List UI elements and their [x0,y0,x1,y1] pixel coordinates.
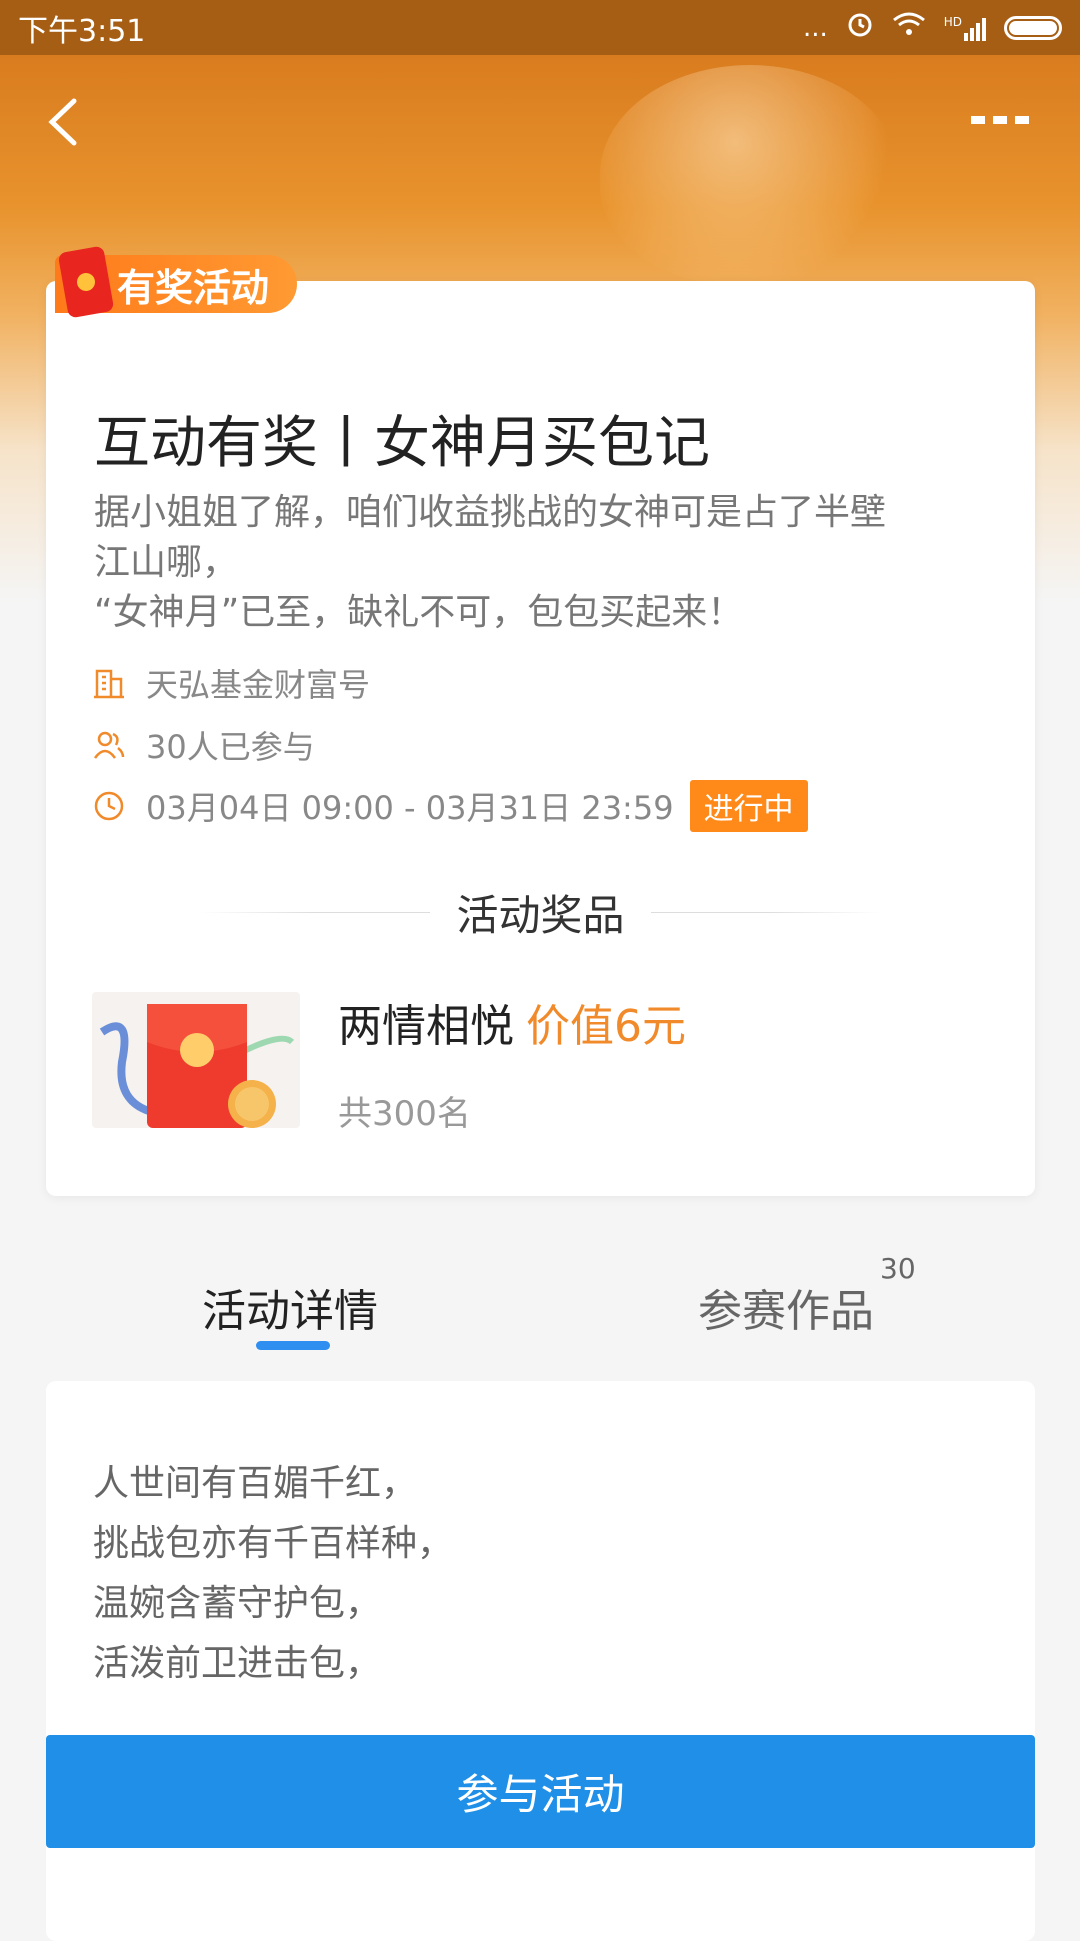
divider-right [650,912,881,913]
more-dots-icon [971,116,1029,124]
details-line: 挑战包亦有千百样种， [93,1523,454,1564]
description-line: 江山哪， [94,542,239,583]
activity-description: 据小姐姐了解，咱们收益挑战的女神可是占了半壁 江山哪， “女神月”已至，缺礼不可… [94,488,994,638]
tab-activity-details[interactable]: 活动详情 [202,1275,378,1339]
signal-icon: HD [944,15,986,41]
join-activity-button[interactable]: 参与活动 [46,1735,1035,1848]
building-icon [94,669,124,699]
organizer-row[interactable]: 天弘基金财富号 [92,660,370,706]
status-bar: 下午3:51 ... HD [0,0,1080,55]
chevron-left-icon [48,98,77,146]
back-button[interactable] [38,92,88,152]
entries-count-badge: 30 [880,1252,916,1285]
participants-count: 30人已参与 [146,728,315,766]
hd-label: HD [943,14,962,29]
details-line: 人世间有百媚千红， [93,1463,418,1504]
red-envelope-icon [57,245,115,319]
status-badge: 进行中 [689,780,808,832]
time-row: 03月04日 09:00 - 03月31日 23:59 进行中 [92,780,808,832]
status-dots-icon: ... [802,12,828,43]
prize-name-text: 两情相悦 [338,1001,514,1052]
red-envelope-prize-icon [99,1004,295,1128]
organizer-name: 天弘基金财富号 [146,666,371,704]
battery-icon [1004,15,1062,40]
time-range: 03月04日 09:00 - 03月31日 23:59 [146,789,674,827]
active-tab-indicator [256,1341,330,1350]
prize-count: 共300名 [338,1094,471,1134]
prize-value: 价值6元 [526,1001,686,1052]
divider-left [200,912,431,913]
tab-entries[interactable]: 参赛作品 [698,1275,874,1339]
wifi-icon [892,11,926,44]
activity-title: 互动有奖丨女神月买包记 [94,411,710,476]
alarm-icon [846,10,874,45]
reward-activity-tag: 有奖活动 [55,245,298,319]
prize-section-header: 活动奖品 [46,882,1035,943]
users-icon [93,731,125,759]
prize-section-title: 活动奖品 [456,891,625,940]
status-time: 下午3:51 [18,13,146,49]
reward-tag-label: 有奖活动 [117,265,270,310]
status-icons: ... HD [803,10,1062,45]
details-line: 温婉含蓄守护包， [93,1583,382,1624]
more-button[interactable] [965,100,1035,140]
clock-icon [94,791,124,821]
description-line: “女神月”已至，缺礼不可，包包买起来！ [94,592,744,633]
details-text: 人世间有百媚千红， 挑战包亦有千百样种， 温婉含蓄守护包， 活泼前卫进击包， [93,1454,453,1694]
participants-row: 30人已参与 [92,722,315,768]
prize-name: 两情相悦 价值6元 [338,990,686,1054]
trophy-decoration [600,65,900,285]
details-line: 活泼前卫进击包， [93,1643,382,1684]
prize-image [92,992,300,1128]
description-line: 据小姐姐了解，咱们收益挑战的女神可是占了半壁 [94,492,887,533]
